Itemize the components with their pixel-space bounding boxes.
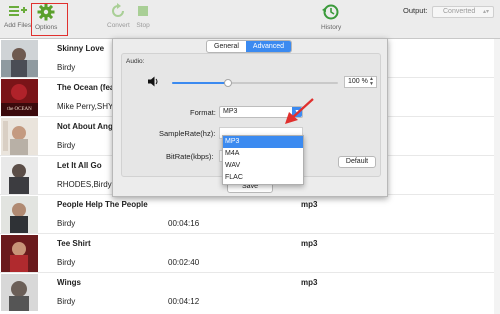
add-files-label: Add Files [4, 22, 32, 29]
annotation-arrow-icon [285, 98, 314, 124]
format-option-m4a[interactable]: M4A [223, 148, 303, 160]
volume-slider-fill [172, 82, 228, 84]
stop-icon [138, 6, 148, 16]
audio-group-label: Audio: [126, 58, 145, 65]
song-title: Let It All Go [57, 161, 102, 170]
album-art [1, 196, 38, 233]
add-files-icon [8, 6, 27, 16]
history-button[interactable]: History [321, 3, 341, 31]
volume-slider[interactable] [172, 79, 338, 87]
album-art [1, 274, 38, 311]
song-artist: Birdy [57, 141, 76, 150]
stepper-icon[interactable]: ▲ ▼ [369, 77, 374, 87]
stop-button[interactable]: Stop [136, 3, 150, 29]
song-duration: 00:02:40 [168, 258, 200, 267]
format-option-flac[interactable]: FLAC [223, 172, 303, 184]
convert-icon [112, 3, 125, 17]
song-artist: Birdy [57, 297, 76, 306]
song-artist: Birdy [57, 219, 76, 228]
bitrate-label: BitRate(kbps): [166, 152, 214, 161]
default-button[interactable]: Default [338, 156, 376, 168]
song-title: Skinny Love [57, 44, 105, 53]
song-title: Wings [57, 278, 81, 287]
list-item[interactable]: Wings Birdy 00:04:12 mp3 [0, 273, 500, 312]
audio-settings-group: Audio: 100 % ▲▼ Format: MP3 ▾ SampleRate… [121, 53, 381, 185]
convert-button[interactable]: Convert [107, 3, 130, 29]
format-label: Format: [190, 108, 216, 117]
tab-advanced[interactable]: Advanced [245, 41, 292, 52]
speaker-icon [148, 76, 158, 87]
song-duration: 00:04:12 [168, 297, 200, 306]
output-label: Output: [403, 6, 428, 15]
format-option-mp3[interactable]: MP3 [223, 136, 303, 148]
add-files-button[interactable]: Add Files [4, 3, 31, 29]
tab-general[interactable]: General [207, 41, 246, 52]
dialog-tabs: General Advanced [206, 40, 293, 53]
song-format: mp3 [301, 278, 318, 287]
list-item[interactable]: People Help The People Birdy 00:04:16 mp… [0, 195, 500, 234]
song-title: Not About Ang [57, 122, 113, 131]
song-format: mp3 [301, 239, 318, 248]
default-button-label: Default [345, 158, 369, 165]
album-art [1, 118, 38, 155]
album-art [1, 235, 38, 272]
samplerate-label: SampleRate(hz): [159, 129, 216, 138]
format-option-wav[interactable]: WAV [223, 160, 303, 172]
album-art [1, 157, 38, 194]
song-title: People Help The People [57, 200, 148, 209]
album-art: the OCEAN [1, 79, 38, 116]
song-duration: 00:04:16 [168, 219, 200, 228]
song-title: Tee Shirt [57, 239, 91, 248]
song-artist: Birdy [57, 258, 76, 267]
song-artist: RHODES,Birdy [57, 180, 112, 189]
song-format: mp3 [301, 200, 318, 209]
list-scrollbar[interactable] [494, 39, 500, 314]
toolbar: Add Files Options Convert Stop History O… [0, 0, 500, 39]
chevron-updown-icon: ▴▾ [482, 9, 489, 15]
song-artist: Birdy [57, 63, 76, 72]
volume-value: 100 % [348, 78, 368, 85]
song-artist: Mike Perry,SHY [57, 102, 114, 111]
format-dropdown-menu: MP3 M4A WAV FLAC [222, 135, 304, 185]
list-item[interactable]: Tee Shirt Birdy 00:02:40 mp3 [0, 234, 500, 273]
history-label: History [321, 24, 342, 31]
options-dialog: General Advanced Audio: 100 % ▲ ▼ Format:… [112, 38, 388, 197]
history-icon [322, 4, 339, 20]
output-folder-select[interactable]: Converted ▴▾ [432, 6, 494, 18]
options-highlight-box [31, 3, 68, 36]
stop-label: Stop [136, 22, 150, 29]
convert-label: Convert [107, 22, 130, 29]
output-folder-value: Converted [443, 8, 476, 15]
song-title: The Ocean (fea [57, 83, 115, 92]
album-art-text: the OCEAN [7, 107, 32, 112]
volume-value-field[interactable]: 100 % ▲ ▼ [344, 76, 377, 88]
format-value: MP3 [223, 108, 238, 115]
album-art [1, 40, 38, 77]
volume-slider-knob[interactable] [224, 79, 232, 87]
